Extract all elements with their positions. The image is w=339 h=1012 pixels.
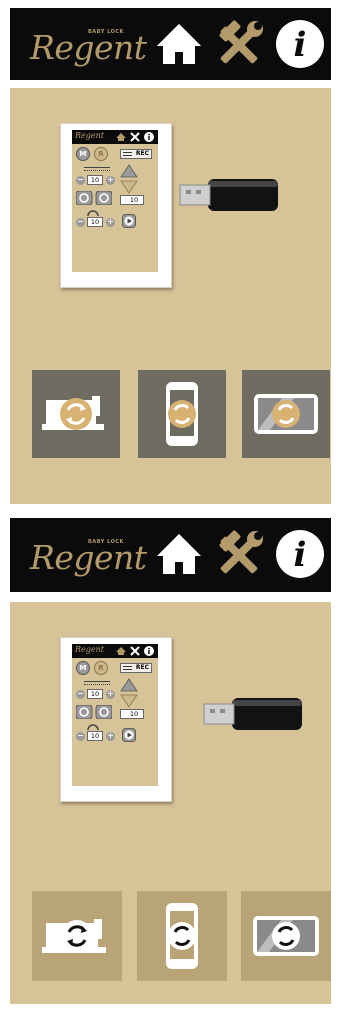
content-panel: Regent M R REC − 10 + 10 − 10 + (10, 602, 331, 1004)
up-down-arrows-icon (120, 164, 138, 194)
tablet-sync-icon (253, 916, 319, 956)
device-preview: Regent M R REC − 10 + 10 − 10 + (60, 123, 172, 288)
mini-top-bar: Regent (72, 130, 158, 144)
length-value: 10 (87, 731, 103, 741)
usb-drive-icon (203, 698, 302, 730)
svg-text:i: i (294, 25, 307, 65)
recall-button: R (94, 661, 108, 675)
memory-button: M (76, 661, 90, 675)
svg-text:i: i (294, 535, 307, 575)
speed-gauge-icon (87, 724, 99, 730)
phone-sync-tile[interactable] (138, 370, 226, 458)
plus-icon: + (106, 731, 115, 741)
mini-info-icon (144, 646, 154, 656)
mini-info-icon (144, 132, 154, 142)
minus-icon: − (76, 217, 85, 227)
rec-label: REC (135, 150, 149, 157)
app-screen-1: Regent BABY LOCK i Regent M R REC − 10 +… (10, 8, 331, 504)
plus-icon: + (106, 175, 115, 185)
minus-icon: − (76, 731, 85, 741)
mini-top-bar: Regent (72, 644, 158, 658)
thread-buttons-icon (76, 705, 112, 719)
play-button-icon (122, 728, 136, 742)
device-preview: Regent M R REC − 10 + 10 − 10 + (60, 637, 172, 802)
home-icon[interactable] (153, 526, 205, 582)
length-value: 10 (87, 217, 103, 227)
memory-button: M (76, 147, 90, 161)
home-icon[interactable] (153, 16, 205, 72)
phone-sync-tile[interactable] (137, 891, 227, 981)
speed-value: 10 (120, 195, 144, 205)
rec-indicator: REC (120, 149, 152, 159)
mini-tools-icon (130, 132, 140, 142)
tools-icon[interactable] (213, 16, 265, 72)
minus-icon: − (76, 689, 85, 699)
stitch-scale (84, 681, 110, 685)
app-screen-2: Regent BABY LOCK i Regent M R REC − 10 +… (10, 518, 331, 1004)
machine-sync-tile[interactable] (32, 370, 120, 458)
top-bar: Regent BABY LOCK i (10, 518, 331, 592)
machine-sync-tile[interactable] (32, 891, 122, 981)
minus-icon: − (76, 175, 85, 185)
play-button-icon (122, 214, 136, 228)
mini-home-icon (116, 133, 126, 141)
rec-indicator: REC (120, 663, 152, 673)
speed-gauge-icon (87, 210, 99, 216)
brand-tag: BABY LOCK (88, 539, 124, 545)
mini-brand-logo: Regent (75, 131, 104, 140)
stitch-scale (84, 167, 110, 171)
phone-sync-icon (166, 903, 198, 969)
plus-icon: + (106, 217, 115, 227)
tablet-sync-tile[interactable] (241, 891, 331, 981)
info-icon[interactable]: i (274, 526, 326, 582)
mini-tools-icon (130, 646, 140, 656)
machine-sync-icon (42, 919, 106, 953)
usb-drive-icon (179, 179, 278, 211)
phone-sync-icon (166, 382, 198, 446)
top-bar: Regent BABY LOCK i (10, 8, 331, 80)
rec-label: REC (135, 664, 149, 671)
tools-icon[interactable] (213, 526, 265, 582)
stitch-value: 10 (87, 689, 103, 699)
recall-button: R (94, 147, 108, 161)
tablet-sync-icon (254, 394, 318, 434)
speed-value: 10 (120, 709, 144, 719)
stitch-value: 10 (87, 175, 103, 185)
content-panel: Regent M R REC − 10 + 10 − 10 + (10, 88, 331, 504)
thread-buttons-icon (76, 191, 112, 205)
mini-screen: M R REC − 10 + 10 − 10 + (72, 144, 158, 272)
machine-sync-icon (42, 396, 104, 430)
mini-brand-logo: Regent (75, 645, 104, 654)
info-icon[interactable]: i (274, 16, 326, 72)
mini-screen: M R REC − 10 + 10 − 10 + (72, 658, 158, 786)
tablet-sync-tile[interactable] (242, 370, 330, 458)
plus-icon: + (106, 689, 115, 699)
up-down-arrows-icon (120, 678, 138, 708)
brand-tag: BABY LOCK (88, 29, 124, 35)
mini-home-icon (116, 647, 126, 655)
